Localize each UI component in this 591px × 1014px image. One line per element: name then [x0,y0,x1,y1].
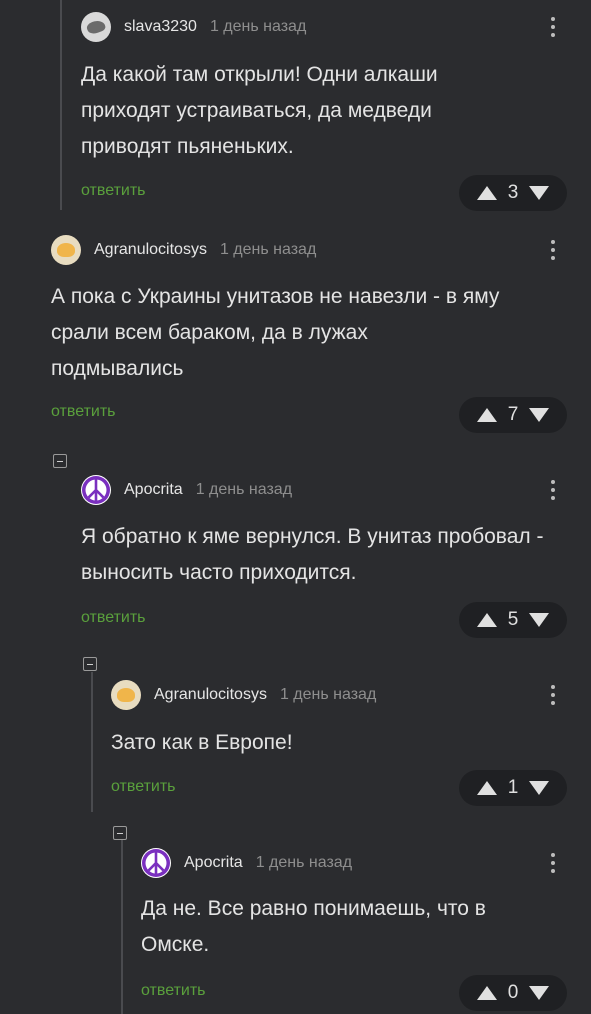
downvote-icon[interactable] [529,186,549,200]
vote-count: 1 [507,777,519,798]
upvote-icon[interactable] [477,613,497,627]
vote-count: 3 [507,182,519,203]
comment-text: Зато как в Европе! [111,731,293,754]
downvote-icon[interactable] [529,986,549,1000]
reply-button[interactable]: ответить [141,982,206,1000]
reply-button[interactable]: ответить [111,778,176,796]
avatar[interactable] [111,680,141,710]
username[interactable]: Apocrita [124,481,183,499]
upvote-icon[interactable] [477,986,497,1000]
comment-text: А пока с Украины унитазов не навезли - в… [51,285,500,380]
timestamp[interactable]: 1 день назад [280,686,376,704]
timestamp[interactable]: 1 день назад [220,241,316,259]
more-options-icon[interactable] [549,235,557,265]
vote-control: 1 [459,770,567,806]
more-options-icon[interactable] [549,475,557,505]
comment-text: Да какой там открыли! Одни алкаши приход… [81,63,438,158]
collapse-thread-toggle[interactable] [113,826,127,840]
upvote-icon[interactable] [477,781,497,795]
timestamp[interactable]: 1 день назад [210,18,306,36]
thread-line [91,672,93,812]
downvote-icon[interactable] [529,408,549,422]
more-options-icon[interactable] [549,848,557,878]
upvote-icon[interactable] [477,186,497,200]
comment-header: slava3230 1 день назад [81,12,306,42]
username[interactable]: Agranulocitosys [94,241,207,259]
avatar[interactable] [81,475,111,505]
username[interactable]: Apocrita [184,854,243,872]
avatar[interactable] [81,12,111,42]
more-options-icon[interactable] [549,12,557,42]
comment-header: Apocrita 1 день назад [141,848,352,878]
more-options-icon[interactable] [549,680,557,710]
downvote-icon[interactable] [529,613,549,627]
comment-text: Да не. Все равно понимаешь, что в Омске. [141,897,486,956]
thread-line [60,0,62,210]
timestamp[interactable]: 1 день назад [256,854,352,872]
vote-count: 5 [507,609,519,630]
reply-button[interactable]: ответить [51,403,116,421]
thread-line [121,840,123,1014]
peace-icon [142,849,170,877]
username[interactable]: slava3230 [124,18,197,36]
vote-control: 7 [459,397,567,433]
reply-button[interactable]: ответить [81,182,146,200]
reply-button[interactable]: ответить [81,609,146,627]
vote-control: 0 [459,975,567,1011]
timestamp[interactable]: 1 день назад [196,481,292,499]
vote-count: 0 [507,982,519,1003]
comment-header: Agranulocitosys 1 день назад [111,680,376,710]
vote-control: 5 [459,602,567,638]
downvote-icon[interactable] [529,781,549,795]
avatar[interactable] [51,235,81,265]
vote-count: 7 [507,404,519,425]
upvote-icon[interactable] [477,408,497,422]
comment-header: Apocrita 1 день назад [81,475,292,505]
collapse-thread-toggle[interactable] [53,454,67,468]
collapse-thread-toggle[interactable] [83,657,97,671]
avatar[interactable] [141,848,171,878]
peace-icon [82,476,110,504]
comment-text: Я обратно к яме вернулся. В унитаз пробо… [81,525,544,584]
vote-control: 3 [459,175,567,211]
username[interactable]: Agranulocitosys [154,686,267,704]
comment-header: Agranulocitosys 1 день назад [51,235,316,265]
